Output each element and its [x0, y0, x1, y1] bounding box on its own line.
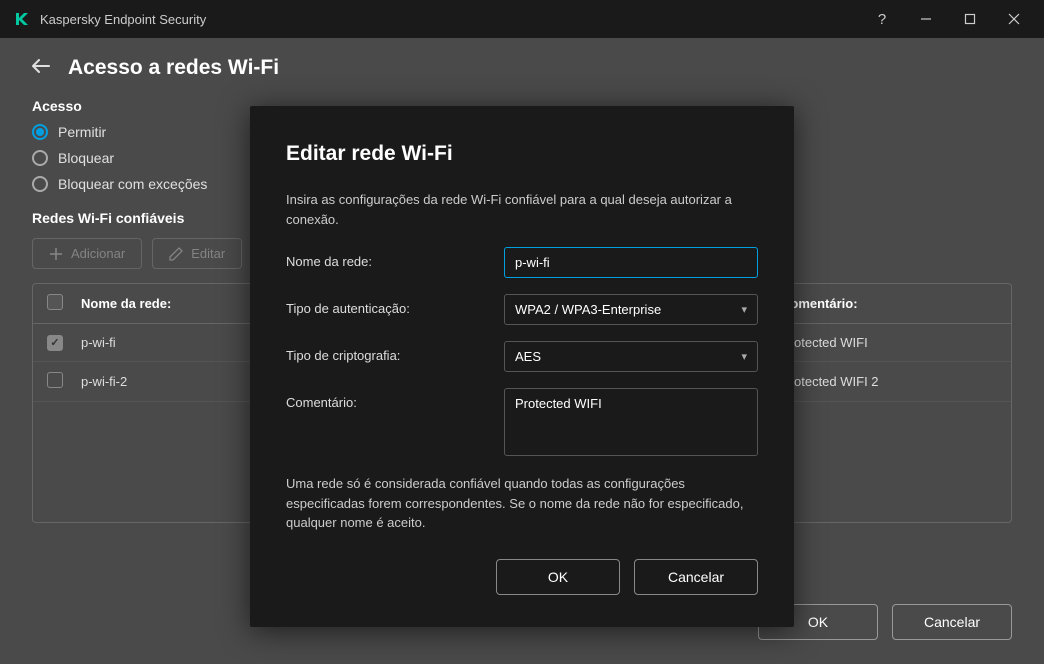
modal-ok-button[interactable]: OK: [496, 559, 620, 595]
comment-textarea[interactable]: [504, 388, 758, 456]
form-row-name: Nome da rede:: [286, 247, 758, 278]
modal-cancel-button[interactable]: Cancelar: [634, 559, 758, 595]
network-name-input[interactable]: [504, 247, 758, 278]
auth-type-select[interactable]: WPA2 / WPA3-Enterprise: [504, 294, 758, 325]
auth-type-value: WPA2 / WPA3-Enterprise: [515, 302, 661, 317]
encryption-type-select[interactable]: AES: [504, 341, 758, 372]
modal-title: Editar rede Wi-Fi: [286, 142, 758, 166]
form-row-auth: Tipo de autenticação: WPA2 / WPA3-Enterp…: [286, 294, 758, 325]
form-label-comment: Comentário:: [286, 388, 504, 410]
form-label-name: Nome da rede:: [286, 247, 504, 269]
form-label-auth: Tipo de autenticação:: [286, 294, 504, 316]
form-label-enc: Tipo de criptografia:: [286, 341, 504, 363]
form-row-enc: Tipo de criptografia: AES: [286, 341, 758, 372]
modal-note: Uma rede só é considerada confiável quan…: [286, 474, 758, 533]
app-window: Kaspersky Endpoint Security ? Acesso a r…: [0, 0, 1044, 664]
form-row-comment: Comentário:: [286, 388, 758, 456]
edit-wifi-modal: Editar rede Wi-Fi Insira as configuraçõe…: [250, 106, 794, 627]
encryption-type-value: AES: [515, 349, 541, 364]
modal-overlay: Editar rede Wi-Fi Insira as configuraçõe…: [0, 0, 1044, 664]
modal-description: Insira as configurações da rede Wi-Fi co…: [286, 190, 758, 229]
modal-footer: OK Cancelar: [286, 559, 758, 595]
